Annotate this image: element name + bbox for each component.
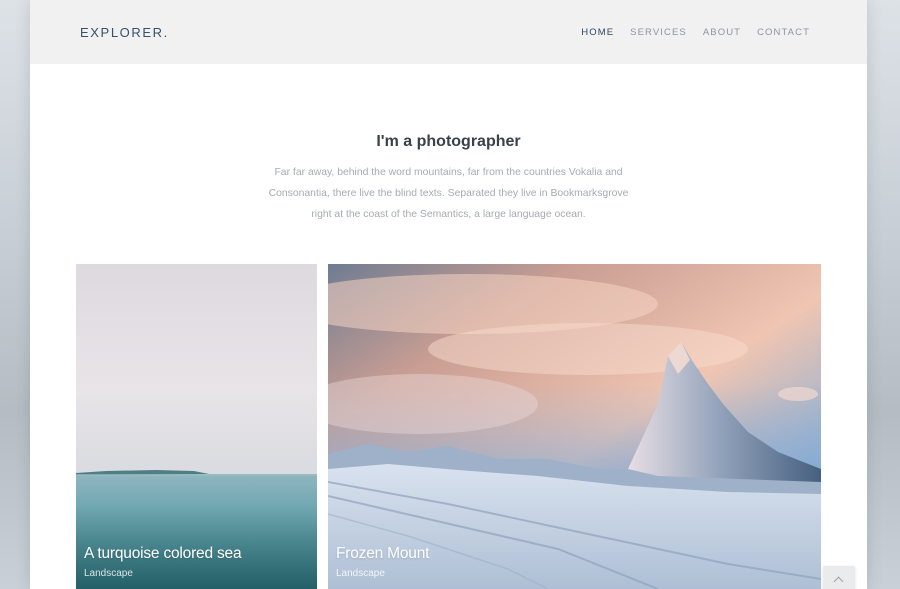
nav-contact[interactable]: CONTACT [757, 27, 810, 38]
navbar: EXPLORER. HOME SERVICES ABOUT CONTACT [30, 0, 867, 64]
intro-text: Far far away, behind the word mountains,… [268, 167, 629, 220]
nav-about[interactable]: ABOUT [703, 27, 741, 38]
card-category: Landscape [336, 568, 385, 579]
main-nav: HOME SERVICES ABOUT CONTACT [565, 27, 810, 38]
card-title: A turquoise colored sea [84, 545, 242, 562]
card-title: Frozen Mount [336, 545, 430, 562]
page-container: EXPLORER. HOME SERVICES ABOUT CONTACT I'… [30, 0, 867, 589]
background-left [0, 0, 30, 589]
gallery-card-sea[interactable]: A turquoise colored sea Landscape [76, 264, 317, 589]
card-category: Landscape [84, 568, 133, 579]
nav-home[interactable]: HOME [581, 27, 614, 38]
gallery-card-mount[interactable]: Frozen Mount Landscape [328, 264, 821, 589]
intro-title: I'm a photographer [376, 133, 521, 150]
scroll-top-button[interactable] [823, 566, 855, 589]
background-right [867, 0, 900, 589]
chevron-up-icon [833, 576, 844, 587]
sea-photo [76, 264, 317, 589]
nav-services[interactable]: SERVICES [630, 27, 687, 38]
logo[interactable]: EXPLORER. [80, 25, 169, 40]
mountain-photo [328, 264, 821, 589]
